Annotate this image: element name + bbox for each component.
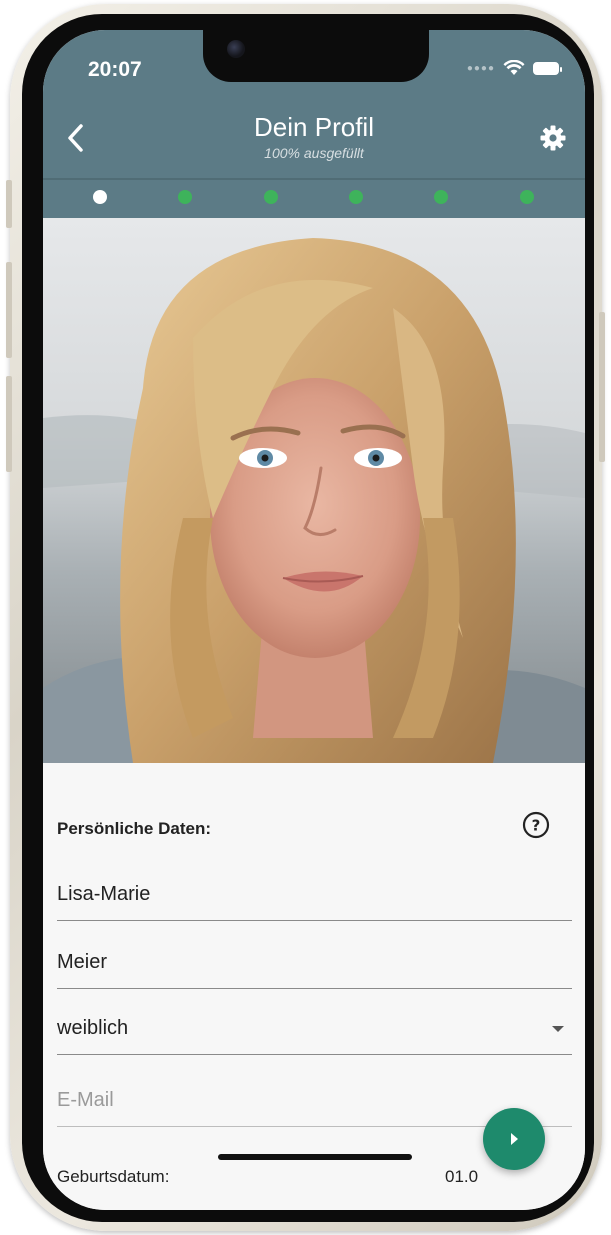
header-titles: Dein Profil 100% ausgefüllt	[43, 112, 585, 161]
birthdate-value[interactable]: 01.0	[445, 1167, 478, 1187]
header-divider	[43, 178, 585, 180]
email-placeholder: E-Mail	[57, 1089, 114, 1111]
gender-select[interactable]: weiblich	[57, 997, 572, 1055]
next-fab-button[interactable]	[483, 1108, 545, 1170]
dropdown-caret-icon	[552, 1026, 564, 1032]
pager-dot-2[interactable]	[178, 190, 192, 204]
mute-switch	[6, 180, 12, 228]
camera-icon	[227, 40, 245, 58]
app-bar: 20:07 ●●●● Dein Profil 100% ausgefüllt	[43, 30, 585, 218]
page-title: Dein Profil	[254, 112, 374, 142]
volume-up-button	[6, 262, 12, 358]
pager-dot-6[interactable]	[520, 190, 534, 204]
pager-dot-1[interactable]	[93, 190, 107, 204]
home-indicator[interactable]	[218, 1154, 412, 1160]
svg-text:?: ?	[532, 817, 541, 835]
profile-photo[interactable]	[43, 218, 585, 763]
wifi-icon	[503, 60, 525, 75]
screen: 20:07 ●●●● Dein Profil 100% ausgefüllt P…	[43, 30, 585, 1210]
pager-dot-5[interactable]	[434, 190, 448, 204]
page-subtitle: 100% ausgefüllt	[264, 145, 364, 161]
signal-icon: ●●●●	[466, 62, 495, 74]
birthdate-label: Geburtsdatum:	[57, 1167, 170, 1186]
pager-dot-4[interactable]	[349, 190, 363, 204]
notch	[203, 30, 429, 82]
gender-value: weiblich	[57, 1017, 129, 1039]
first-name-field[interactable]: Lisa-Marie	[57, 863, 572, 921]
power-button	[599, 312, 605, 462]
status-icons: ●●●●	[466, 60, 562, 76]
pager-dot-3[interactable]	[264, 190, 278, 204]
battery-icon	[533, 61, 562, 75]
last-name-value: Meier	[57, 951, 108, 973]
play-icon	[511, 1133, 518, 1145]
first-name-value: Lisa-Marie	[57, 883, 151, 905]
help-circle-icon[interactable]: ?	[522, 811, 550, 839]
page-indicator	[43, 190, 585, 208]
volume-down-button	[6, 376, 12, 472]
status-time: 20:07	[88, 58, 142, 81]
last-name-field[interactable]: Meier	[57, 931, 572, 989]
portrait-image	[43, 218, 585, 763]
gear-icon[interactable]	[539, 124, 567, 152]
section-title: Persönliche Daten:	[57, 819, 211, 838]
